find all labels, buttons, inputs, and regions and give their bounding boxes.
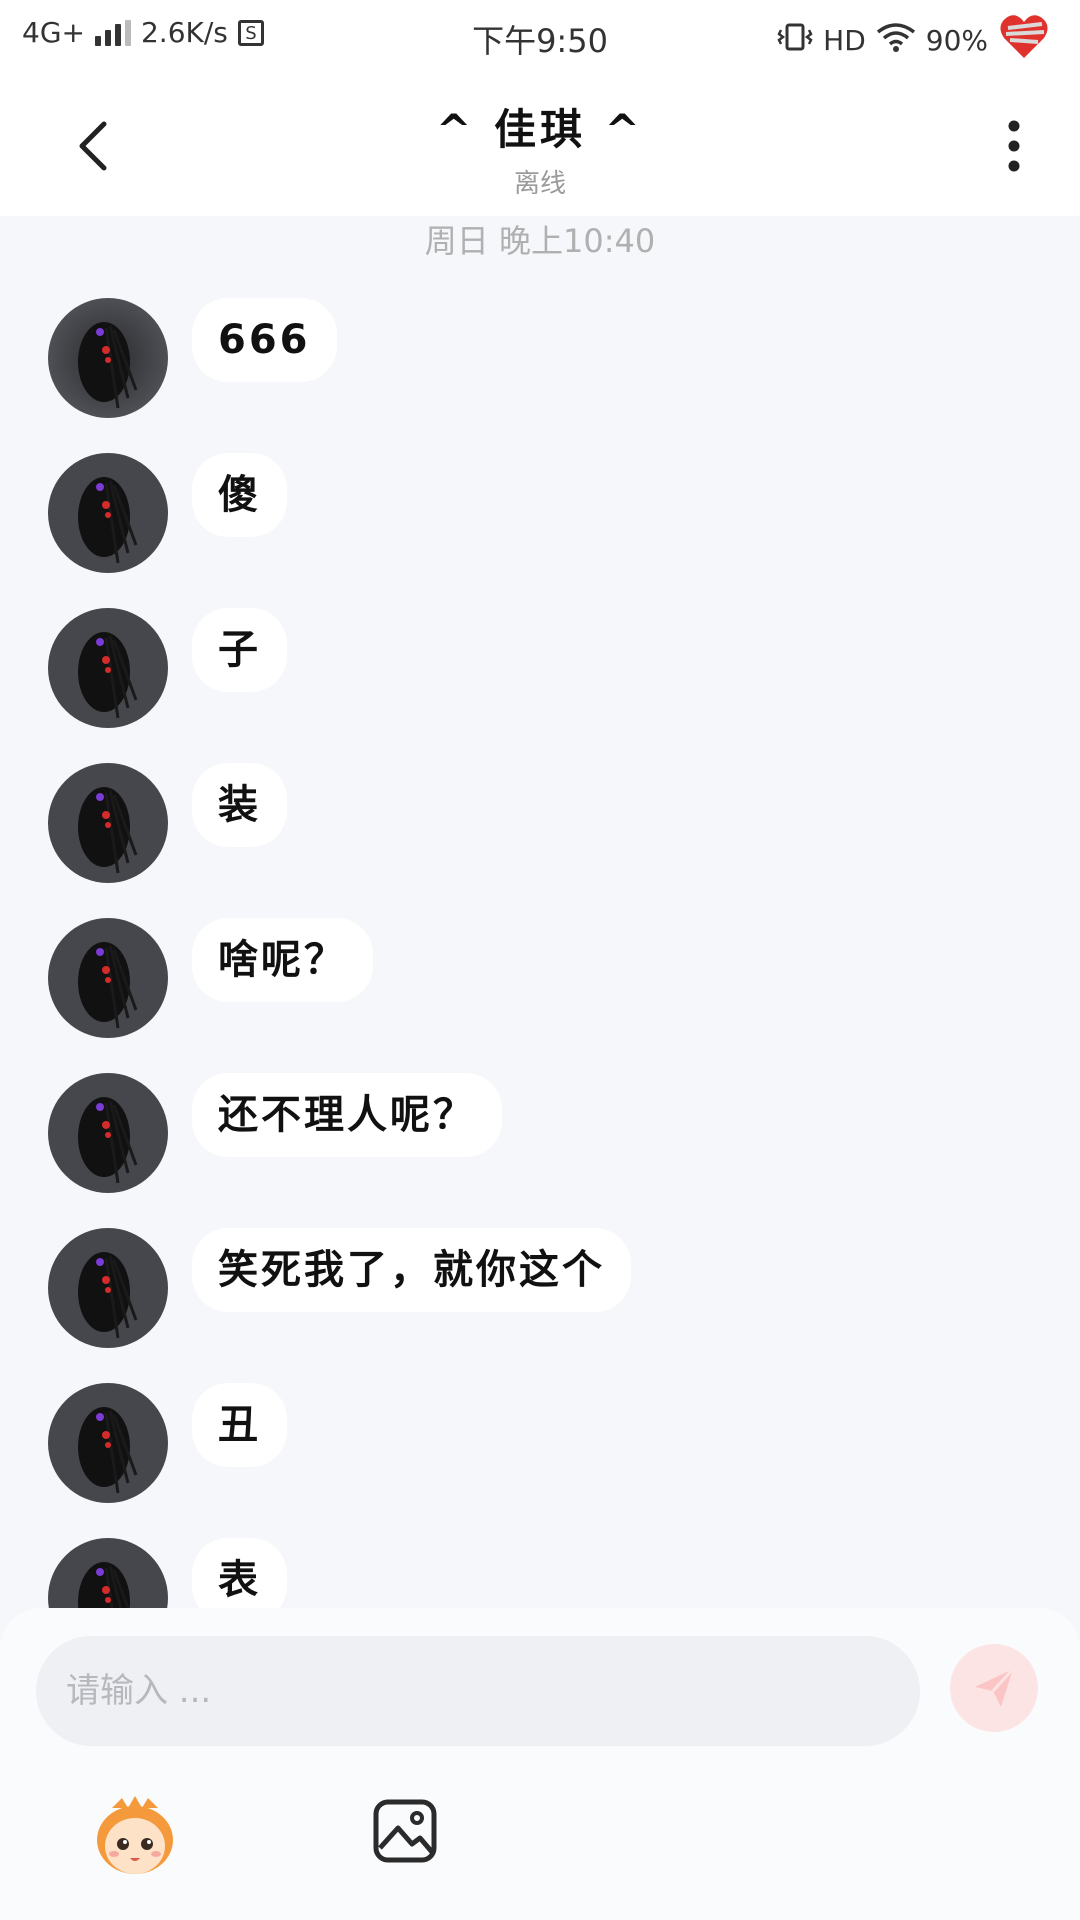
message-bubble[interactable]: 子: [192, 608, 287, 692]
message-bubble[interactable]: 666: [192, 298, 337, 382]
emoji-button[interactable]: [92, 1794, 178, 1880]
message-input[interactable]: [36, 1636, 920, 1746]
avatar[interactable]: [48, 1228, 168, 1348]
message-bubble[interactable]: 丑: [192, 1383, 287, 1467]
message-bubble[interactable]: 表: [192, 1538, 287, 1608]
message-timestamp: 周日 晚上10:40: [424, 222, 656, 260]
send-button[interactable]: [950, 1644, 1038, 1732]
avatar[interactable]: [48, 1073, 168, 1193]
cartoon-face-icon: [97, 1796, 173, 1874]
composer: [0, 1608, 1080, 1920]
vibrate-icon: [777, 22, 813, 59]
status-right: HD 90%: [777, 12, 1050, 69]
message-bubble[interactable]: 傻: [192, 453, 287, 537]
avatar[interactable]: [48, 918, 168, 1038]
title-block: ^ 佳琪 ^ 离线: [0, 96, 1080, 200]
vertical-dots-icon: [1008, 120, 1020, 172]
chat-area[interactable]: 周日 晚上10:40 666 傻 子 装 啥呢？ 还不理人呢？ 笑死我了，就你这…: [0, 216, 1080, 1608]
contact-status: 离线: [513, 169, 566, 199]
message-bubble[interactable]: 笑死我了，就你这个: [192, 1228, 631, 1312]
battery-level: 90%: [925, 24, 988, 57]
avatar[interactable]: [48, 608, 168, 728]
message-bubble[interactable]: 啥呢？: [192, 918, 373, 1002]
paper-plane-icon: [975, 1667, 1015, 1707]
avatar[interactable]: [48, 763, 168, 883]
contact-name: ^ 佳琪 ^: [436, 105, 644, 154]
avatar[interactable]: [48, 1538, 168, 1608]
more-button[interactable]: [982, 114, 1046, 178]
image-button[interactable]: [372, 1798, 438, 1864]
message-bubble[interactable]: 装: [192, 763, 287, 847]
heart-battery-icon: [998, 12, 1050, 69]
wifi-icon: [876, 22, 916, 59]
avatar[interactable]: [48, 1383, 168, 1503]
hd-label: HD: [823, 24, 866, 57]
message-bubble[interactable]: 还不理人呢？: [192, 1073, 502, 1157]
status-bar: 4G+ 2.6K/s S 下午9:50 HD 90%: [0, 0, 1080, 78]
image-icon: [373, 1799, 437, 1863]
chat-header: ^ 佳琪 ^ 离线: [0, 78, 1080, 216]
avatar[interactable]: [48, 298, 168, 418]
avatar[interactable]: [48, 453, 168, 573]
